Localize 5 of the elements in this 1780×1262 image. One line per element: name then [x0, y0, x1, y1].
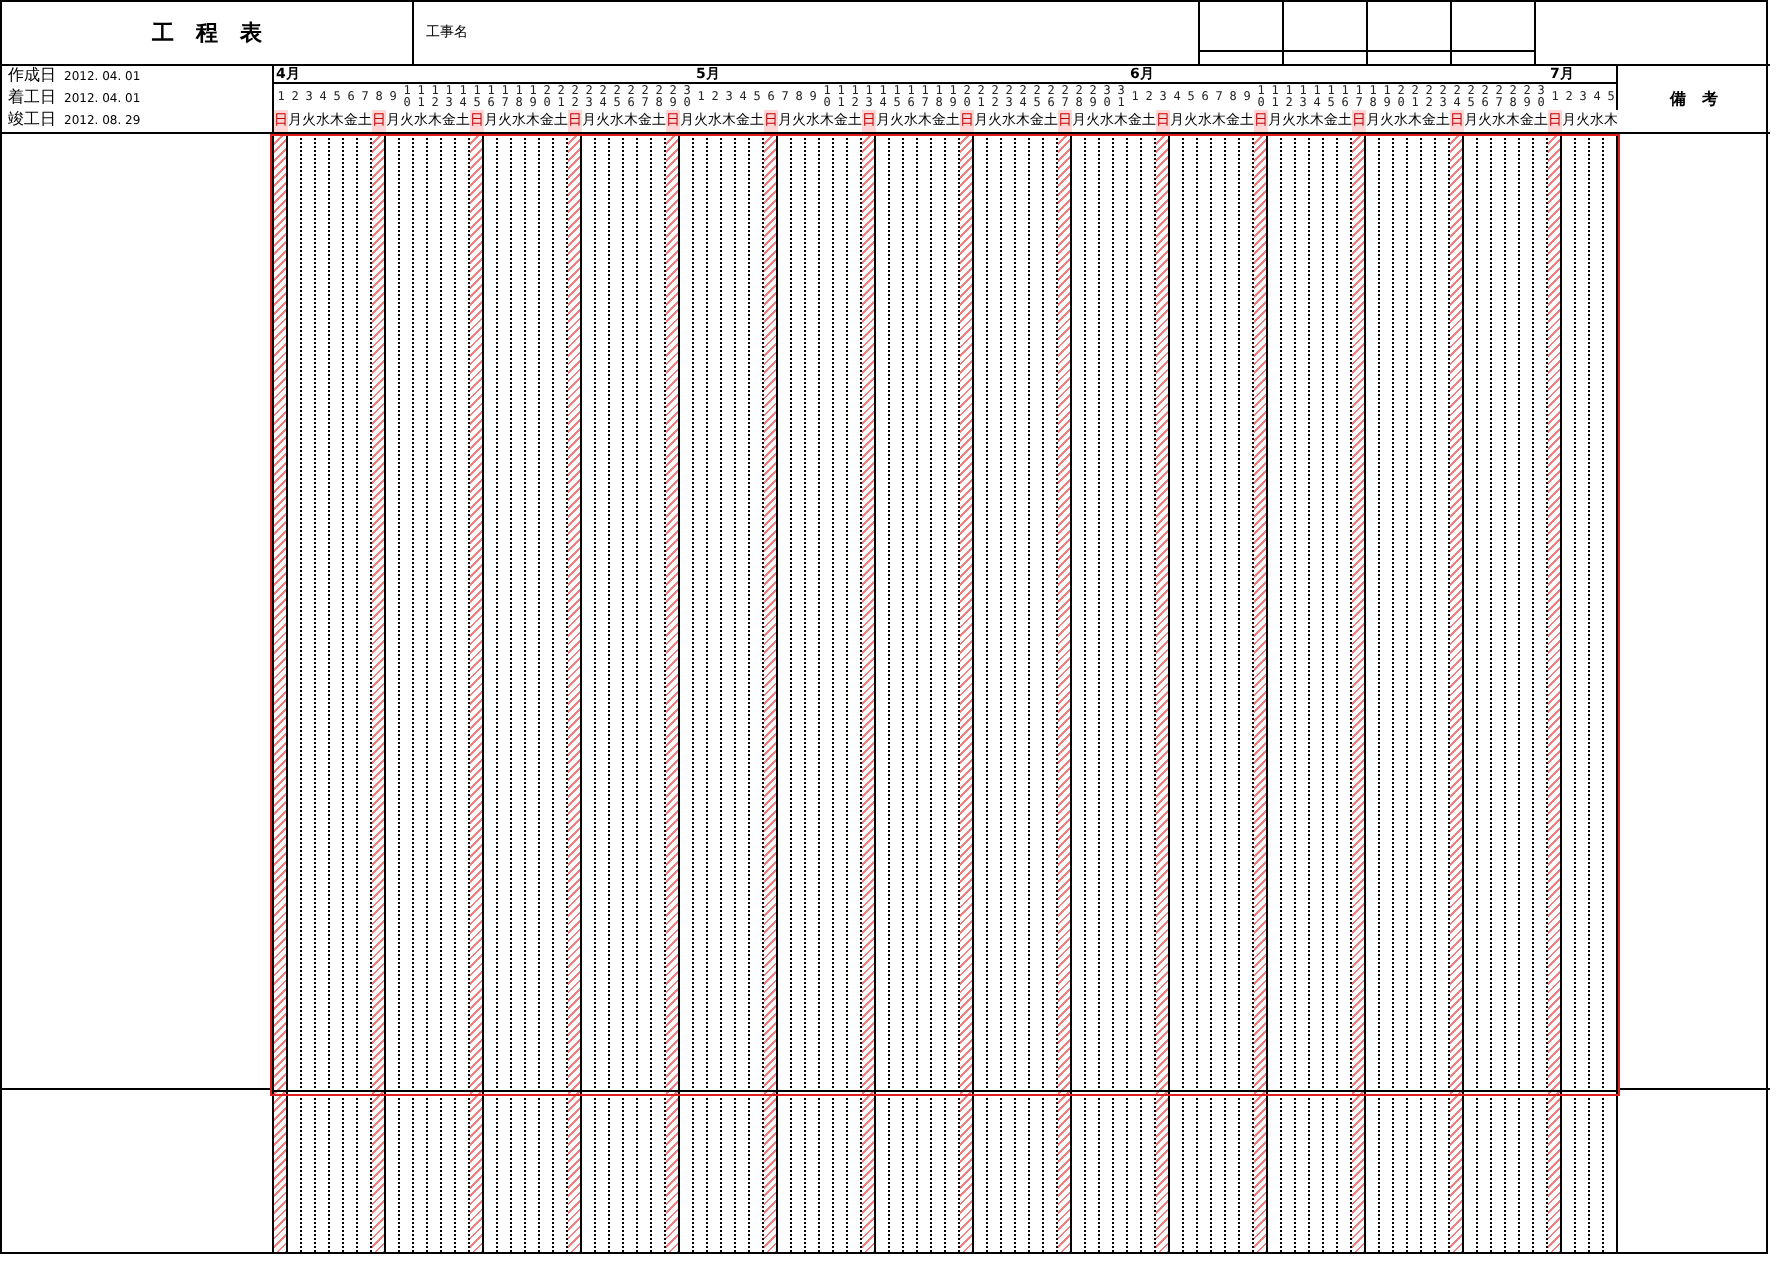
date-label: 竣工日 — [8, 110, 56, 130]
sheet-title: 工 程 表 — [152, 18, 262, 48]
date-label: 着工日 — [8, 88, 56, 108]
date-label: 作成日 — [8, 66, 56, 86]
remarks-label: 備 考 — [1670, 88, 1718, 110]
